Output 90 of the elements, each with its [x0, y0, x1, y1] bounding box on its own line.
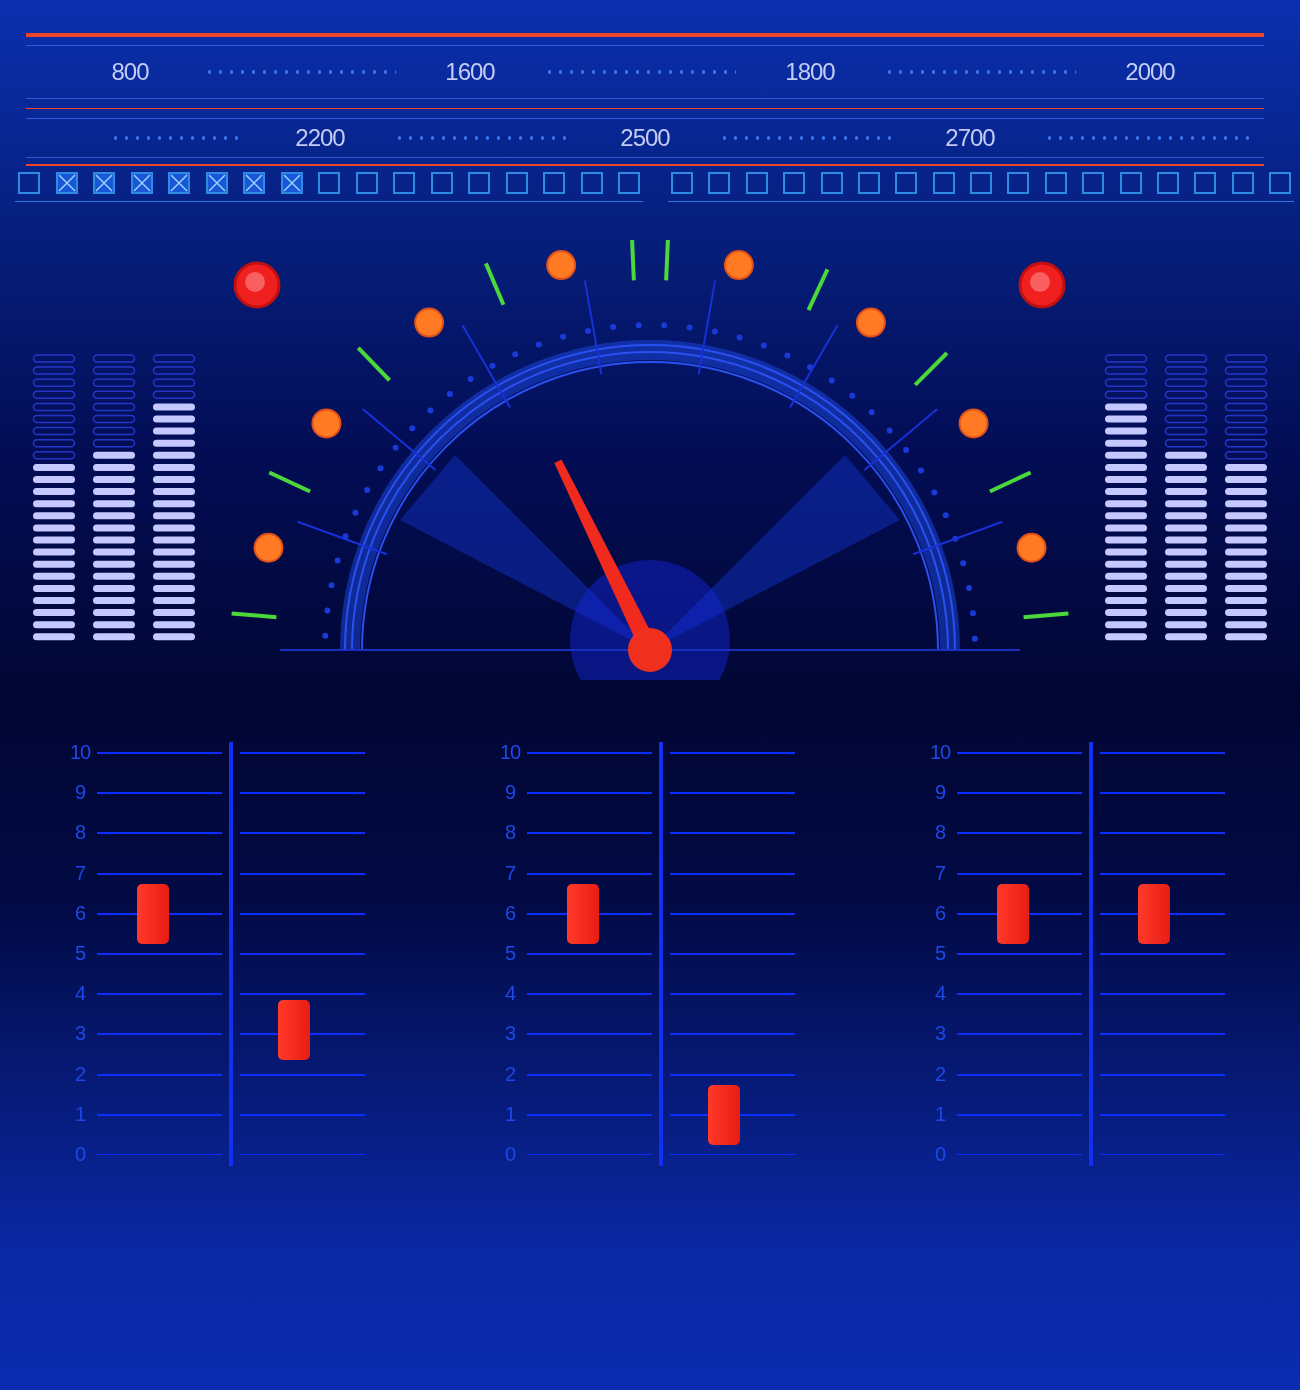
meter-segment [1104, 354, 1148, 363]
scale-label: 2500 [620, 124, 670, 152]
scale-label: 1600 [445, 58, 495, 86]
slider-thumb[interactable] [278, 1000, 310, 1061]
slider-thumb[interactable] [567, 883, 599, 944]
scale-number: 6 [73, 902, 87, 926]
scale-number: 0 [73, 1143, 87, 1167]
meter-segment [1104, 366, 1148, 375]
scale-number: 2 [73, 1063, 87, 1087]
slider-thumb[interactable] [1138, 883, 1170, 944]
scale-label: 800 [111, 58, 149, 86]
scale-label: 2700 [945, 124, 995, 152]
meter-segment [32, 402, 76, 412]
meter-segment [92, 354, 136, 363]
meter-segment [1224, 366, 1268, 375]
meter-segment [32, 378, 76, 387]
indicator-lamp [1018, 261, 1066, 309]
scale-label: 2000 [1125, 58, 1175, 86]
meter-segment [32, 366, 76, 375]
scale-number: 9 [503, 782, 517, 806]
scale-number: 8 [933, 822, 947, 846]
meter-segment [152, 354, 196, 363]
meter-segment [1164, 378, 1208, 387]
meter-segment [92, 378, 136, 387]
meter-segment [32, 354, 76, 363]
meter-segment [1104, 390, 1148, 400]
scale-number: 2 [503, 1063, 517, 1087]
indicator-lamp [233, 261, 281, 309]
meter-segment [1224, 426, 1268, 436]
scale-number: 5 [503, 942, 517, 966]
meter-segment [1164, 438, 1208, 448]
scale-number: 5 [933, 942, 947, 966]
meter-segment [1164, 390, 1208, 400]
meter-segment [1224, 438, 1268, 448]
slider-thumb[interactable] [708, 1084, 740, 1145]
meter-segment [1164, 426, 1208, 436]
scale-number: 1 [933, 1103, 947, 1127]
scale-number: 5 [73, 942, 87, 966]
scale-number: 8 [503, 822, 517, 846]
meter-segment [92, 402, 136, 412]
meter-segment [1164, 366, 1208, 375]
meter-segment [1224, 414, 1268, 424]
meter-segment [152, 390, 196, 400]
scale-number: 3 [73, 1023, 87, 1047]
meter-segment [92, 366, 136, 375]
meter-segment [92, 426, 136, 436]
scale-number: 0 [503, 1143, 517, 1167]
scale-label: 1800 [785, 58, 835, 86]
meter-segment [152, 366, 196, 375]
scale-label: 2200 [295, 124, 345, 152]
scale-number: 10 [930, 742, 950, 765]
scale-number: 2 [933, 1063, 947, 1087]
scale-number: 7 [73, 862, 87, 886]
meter-segment [1164, 354, 1208, 363]
meter-segment [92, 414, 136, 424]
scale-number: 8 [73, 822, 87, 846]
slider-thumb[interactable] [137, 883, 169, 944]
meter-segment [1164, 414, 1208, 424]
meter-segment [1224, 451, 1268, 460]
scale-number: 7 [503, 862, 517, 886]
meter-segment [32, 414, 76, 424]
scale-number: 4 [503, 983, 517, 1007]
slider-thumb[interactable] [997, 883, 1029, 944]
scale-number: 7 [933, 862, 947, 886]
meter-segment [1224, 390, 1268, 400]
scale-number: 9 [73, 782, 87, 806]
scale-number: 4 [73, 983, 87, 1007]
meter-segment [1224, 354, 1268, 363]
meter-segment [1164, 402, 1208, 412]
scale-number: 10 [500, 742, 520, 765]
scale-number: 3 [933, 1023, 947, 1047]
meter-segment [1104, 378, 1148, 387]
meter-segment [92, 390, 136, 400]
scale-number: 1 [73, 1103, 87, 1127]
meter-segment [32, 438, 76, 448]
meter-segment [32, 390, 76, 400]
scale-number: 0 [933, 1143, 947, 1167]
scale-number: 6 [933, 902, 947, 926]
meter-segment [1224, 378, 1268, 387]
scale-number: 1 [503, 1103, 517, 1127]
scale-number: 6 [503, 902, 517, 926]
scale-number: 4 [933, 983, 947, 1007]
scale-number: 3 [503, 1023, 517, 1047]
meter-segment [92, 438, 136, 448]
meter-segment [152, 378, 196, 387]
scale-number: 9 [933, 782, 947, 806]
meter-segment [1224, 402, 1268, 412]
meter-segment [32, 426, 76, 436]
meter-segment [32, 451, 76, 460]
scale-number: 10 [70, 742, 90, 765]
